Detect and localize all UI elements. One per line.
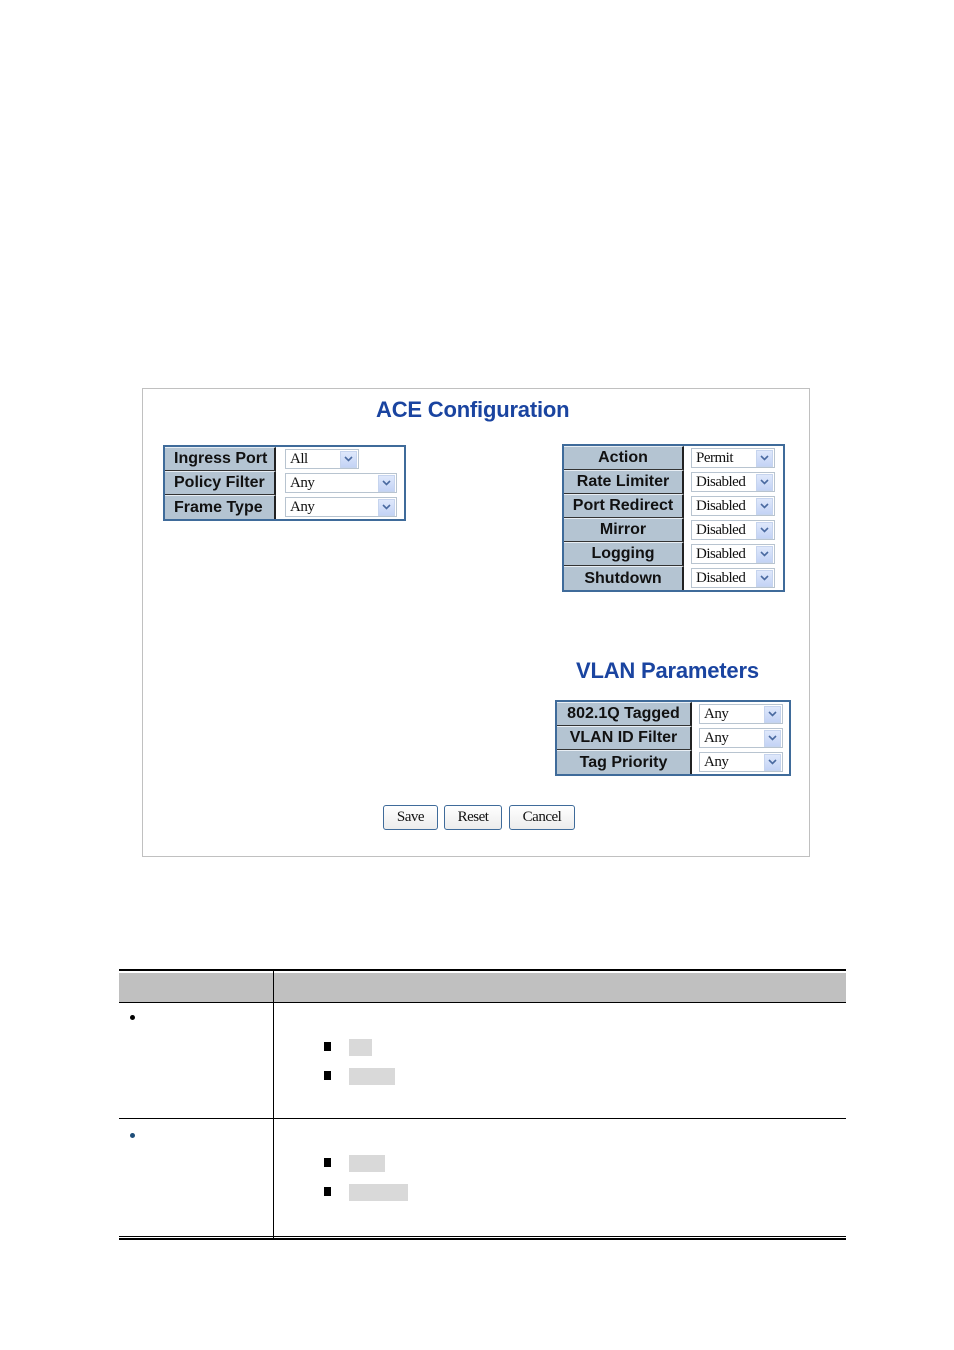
shutdown-row: Shutdown Disabled — [564, 566, 783, 590]
shutdown-label: Shutdown — [564, 566, 684, 590]
chevron-down-icon — [764, 753, 781, 771]
frame-type-label: Frame Type — [165, 495, 276, 519]
bullet-icon — [130, 1133, 135, 1138]
square-bullet-icon — [324, 1042, 331, 1051]
redacted-text — [349, 1155, 385, 1172]
port-redirect-select[interactable]: Disabled — [691, 496, 775, 516]
chevron-down-icon — [764, 729, 781, 747]
vlan-id-filter-row: VLAN ID Filter Any — [557, 726, 789, 750]
mirror-label: Mirror — [564, 518, 684, 542]
reset-button[interactable]: Reset — [444, 805, 502, 830]
chevron-down-icon — [756, 473, 773, 491]
square-bullet-icon — [324, 1158, 331, 1167]
tagged-row: 802.1Q Tagged Any — [557, 702, 789, 726]
chevron-down-icon — [340, 450, 357, 468]
chevron-down-icon — [756, 497, 773, 515]
mirror-row: Mirror Disabled — [564, 518, 783, 542]
ace-action-table: Action Permit Rate Limiter Disabled Port… — [562, 444, 785, 592]
cancel-button[interactable]: Cancel — [509, 805, 575, 830]
ingress-port-select[interactable]: All — [285, 449, 359, 469]
logging-label: Logging — [564, 542, 684, 566]
chevron-down-icon — [756, 521, 773, 539]
frame-type-select[interactable]: Any — [285, 497, 397, 517]
logging-select[interactable]: Disabled — [691, 544, 775, 564]
action-label: Action — [564, 446, 684, 470]
vlan-id-filter-label: VLAN ID Filter — [557, 726, 692, 750]
action-select[interactable]: Permit — [691, 448, 775, 468]
row-divider — [119, 1118, 846, 1119]
action-row: Action Permit — [564, 446, 783, 470]
vlan-id-filter-select[interactable]: Any — [699, 728, 783, 748]
rate-limiter-row: Rate Limiter Disabled — [564, 470, 783, 494]
rate-limiter-select[interactable]: Disabled — [691, 472, 775, 492]
policy-filter-label: Policy Filter — [165, 471, 276, 495]
policy-filter-row: Policy Filter Any — [165, 471, 404, 495]
ingress-port-row: Ingress Port All — [165, 447, 404, 471]
vlan-params-title: VLAN Parameters — [576, 658, 759, 683]
redacted-text — [349, 1184, 408, 1201]
tag-priority-row: Tag Priority Any — [557, 750, 789, 774]
port-redirect-label: Port Redirect — [564, 494, 684, 518]
square-bullet-icon — [324, 1071, 331, 1080]
doc-table-header — [119, 973, 846, 1002]
chevron-down-icon — [756, 449, 773, 467]
chevron-down-icon — [756, 545, 773, 563]
policy-filter-select[interactable]: Any — [285, 473, 397, 493]
tagged-select[interactable]: Any — [699, 704, 783, 724]
chevron-down-icon — [378, 474, 395, 492]
ace-config-title: ACE Configuration — [376, 397, 570, 422]
vlan-params-table: 802.1Q Tagged Any VLAN ID Filter Any Tag… — [555, 700, 791, 776]
redacted-text — [349, 1039, 372, 1056]
save-button[interactable]: Save — [383, 805, 438, 830]
mirror-select[interactable]: Disabled — [691, 520, 775, 540]
chevron-down-icon — [756, 569, 773, 587]
table-top-rule — [119, 969, 846, 971]
redacted-text — [349, 1068, 395, 1085]
tag-priority-label: Tag Priority — [557, 750, 692, 774]
tagged-label: 802.1Q Tagged — [557, 702, 692, 726]
frame-type-row: Frame Type Any — [165, 495, 404, 519]
tag-priority-select[interactable]: Any — [699, 752, 783, 772]
rate-limiter-label: Rate Limiter — [564, 470, 684, 494]
table-bottom-rule-1 — [119, 1236, 846, 1237]
ingress-port-label: Ingress Port — [165, 447, 276, 471]
ace-left-table: Ingress Port All Policy Filter Any Frame… — [163, 445, 406, 521]
header-bottom-rule — [119, 1002, 846, 1003]
bullet-icon — [130, 1015, 135, 1020]
logging-row: Logging Disabled — [564, 542, 783, 566]
chevron-down-icon — [378, 498, 395, 516]
port-redirect-row: Port Redirect Disabled — [564, 494, 783, 518]
chevron-down-icon — [764, 705, 781, 723]
shutdown-select[interactable]: Disabled — [691, 568, 775, 588]
square-bullet-icon — [324, 1187, 331, 1196]
column-divider — [273, 971, 274, 1238]
table-bottom-rule-2 — [119, 1238, 846, 1240]
